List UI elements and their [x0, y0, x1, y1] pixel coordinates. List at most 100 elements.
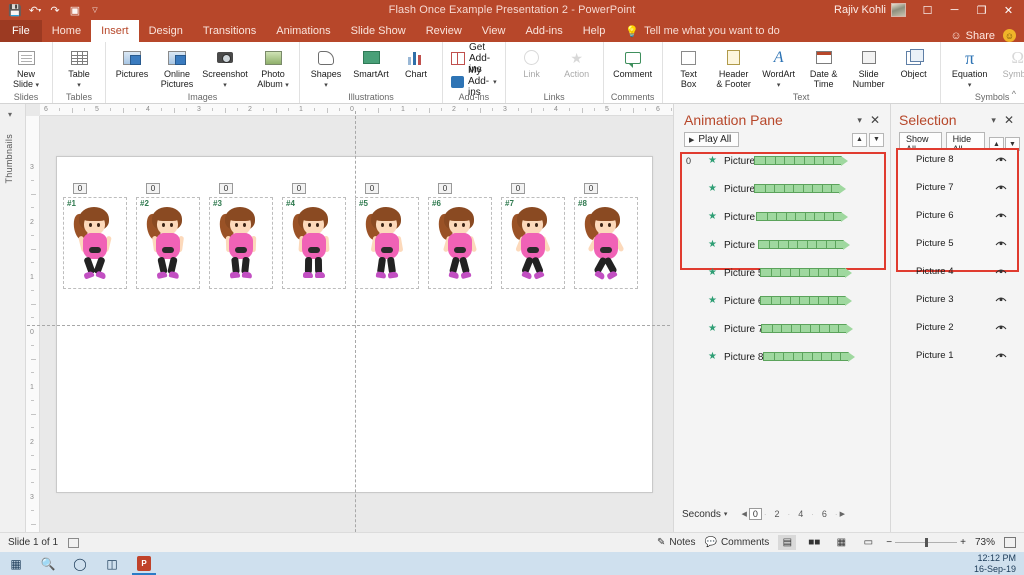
slide-picture[interactable]: #2 [136, 197, 200, 289]
scroll-left-icon[interactable]: ◀ [741, 510, 746, 518]
slide-picture[interactable]: #6 [428, 197, 492, 289]
customize-quick-access-icon[interactable]: ▽ [86, 2, 104, 18]
comment-button[interactable]: Comment [608, 44, 658, 79]
new-slide-button[interactable]: NewSlide ▾ [4, 44, 48, 91]
zoom-out-icon[interactable]: − [886, 537, 892, 548]
animation-effect-row[interactable]: ★Picture 8 [682, 350, 884, 364]
tab-help[interactable]: Help [573, 20, 616, 42]
animation-effect-row[interactable]: ★Picture 4 [682, 238, 884, 252]
move-up-icon[interactable]: ▲ [852, 133, 867, 147]
collapse-ribbon-icon[interactable]: ^ [1012, 89, 1016, 99]
slide-sorter-icon[interactable]: ■■ [805, 535, 823, 550]
slide-picture[interactable]: #3 [209, 197, 273, 289]
tab-transitions[interactable]: Transitions [193, 20, 266, 42]
close-icon[interactable]: ✕ [870, 115, 880, 125]
chevron-down-icon[interactable]: ▾ [857, 115, 862, 126]
taskbar-clock[interactable]: 12:12 PM 16-Sep-19 [974, 553, 1024, 575]
chevron-down-icon[interactable]: ▾ [8, 110, 12, 119]
animation-effect-row[interactable]: ★Picture 6 [682, 294, 884, 308]
redo-icon[interactable]: ↷ [46, 2, 64, 18]
move-down-icon[interactable]: ▼ [869, 133, 884, 147]
animation-order-marker[interactable]: 0 [584, 183, 598, 194]
slide-picture[interactable]: #1 [63, 197, 127, 289]
animation-effect-row[interactable]: 0★Picture 1 [682, 154, 884, 168]
accessibility-icon[interactable] [68, 538, 79, 548]
selection-object-list[interactable]: Picture 8Picture 7Picture 6Picture 5Pict… [896, 148, 1019, 272]
avatar[interactable] [891, 3, 906, 17]
slide-number-button[interactable]: SlideNumber [847, 44, 891, 89]
tab-slide-show[interactable]: Slide Show [341, 20, 416, 42]
online-pictures-button[interactable]: OnlinePictures [155, 44, 199, 89]
seconds-dropdown[interactable]: Seconds ▾ [682, 509, 727, 520]
selection-object-row[interactable]: Picture 8 [898, 152, 1017, 166]
screenshot-button[interactable]: Screenshot▾ [200, 44, 250, 91]
slide-picture[interactable]: #8 [574, 197, 638, 289]
reading-view-icon[interactable]: ▦ [832, 535, 850, 550]
link-button[interactable]: Link [510, 44, 554, 79]
animation-timing-bar[interactable] [758, 240, 844, 249]
selection-object-row[interactable]: Picture 2 [898, 320, 1017, 334]
animation-effect-row[interactable]: ★Picture 2 [682, 182, 884, 196]
shapes-button[interactable]: Shapes▾ [304, 44, 348, 91]
minimize-button[interactable]: ─ [941, 0, 968, 20]
header-footer-button[interactable]: Header& Footer [712, 44, 756, 89]
slide-picture[interactable]: #7 [501, 197, 565, 289]
close-icon[interactable]: ✕ [1004, 115, 1014, 125]
action-button[interactable]: ★ Action [555, 44, 599, 79]
photo-album-button[interactable]: PhotoAlbum ▾ [251, 44, 295, 91]
eye-visible-icon[interactable] [995, 323, 1007, 331]
animation-effect-row[interactable]: ★Picture 3 [682, 210, 884, 224]
animation-order-marker[interactable]: 0 [146, 183, 160, 194]
selection-object-row[interactable]: Picture 7 [898, 180, 1017, 194]
table-button[interactable]: Table▾ [57, 44, 101, 91]
animation-timing-bar[interactable] [763, 352, 849, 361]
zoom-level-label[interactable]: 73% [975, 537, 995, 548]
powerpoint-app-icon[interactable]: P [128, 552, 160, 575]
chart-button[interactable]: Chart [394, 44, 438, 79]
comments-button[interactable]: 💬 Comments [704, 537, 769, 548]
animation-order-marker[interactable]: 0 [365, 183, 379, 194]
normal-view-icon[interactable]: ▤ [778, 535, 796, 550]
tab-design[interactable]: Design [139, 20, 193, 42]
slide-show-icon[interactable]: ▭ [859, 535, 877, 550]
selection-object-row[interactable]: Picture 3 [898, 292, 1017, 306]
text-box-button[interactable]: TextBox [667, 44, 711, 89]
chevron-down-icon[interactable]: ▾ [493, 78, 497, 86]
symbol-button[interactable]: Ω Symbol [996, 44, 1024, 79]
feedback-smiley-icon[interactable]: ☺ [1003, 29, 1016, 42]
tab-review[interactable]: Review [416, 20, 472, 42]
animation-timing-bar[interactable] [754, 156, 842, 165]
windows-start-icon[interactable]: ▦ [0, 552, 32, 575]
animation-timing-bar[interactable] [754, 184, 840, 193]
start-slideshow-icon[interactable]: ▣ [66, 2, 84, 18]
wordart-button[interactable]: A WordArt▾ [757, 44, 801, 91]
eye-visible-icon[interactable] [995, 351, 1007, 359]
close-button[interactable]: ✕ [995, 0, 1022, 20]
scroll-right-icon[interactable]: ▶ [840, 510, 845, 518]
notes-button[interactable]: ✎ Notes [657, 537, 696, 548]
my-addins-button[interactable]: My Add-ins ▾ [447, 72, 501, 91]
fit-to-window-icon[interactable] [1004, 537, 1016, 548]
tell-me-search[interactable]: 💡 Tell me what you want to do [625, 20, 779, 42]
eye-visible-icon[interactable] [995, 295, 1007, 303]
smartart-button[interactable]: SmartArt [349, 44, 393, 79]
eye-visible-icon[interactable] [995, 183, 1007, 191]
animation-effect-list[interactable]: 0★Picture 1 ★Picture 2 ★Picture 3 ★Picture … [680, 152, 886, 270]
cortana-icon[interactable]: ◯ [64, 552, 96, 575]
slide-picture[interactable]: #4 [282, 197, 346, 289]
tab-home[interactable]: Home [42, 20, 91, 42]
share-button[interactable]: ☺ Share [950, 30, 995, 42]
ribbon-display-options-icon[interactable]: ☐ [914, 0, 941, 20]
tab-view[interactable]: View [472, 20, 516, 42]
pictures-button[interactable]: Pictures [110, 44, 154, 79]
animation-order-marker[interactable]: 0 [292, 183, 306, 194]
zoom-in-icon[interactable]: + [960, 537, 966, 548]
animation-effect-row[interactable]: ★Picture 7 [682, 322, 884, 336]
search-icon[interactable]: 🔍 [32, 552, 64, 575]
undo-icon[interactable]: ↶▾ [26, 2, 44, 18]
tab-insert[interactable]: Insert [91, 20, 139, 42]
equation-button[interactable]: π Equation▾ [945, 44, 995, 91]
animation-timing-bar[interactable] [761, 324, 847, 333]
object-button[interactable]: Object [892, 44, 936, 79]
selection-object-row[interactable]: Picture 5 [898, 236, 1017, 250]
